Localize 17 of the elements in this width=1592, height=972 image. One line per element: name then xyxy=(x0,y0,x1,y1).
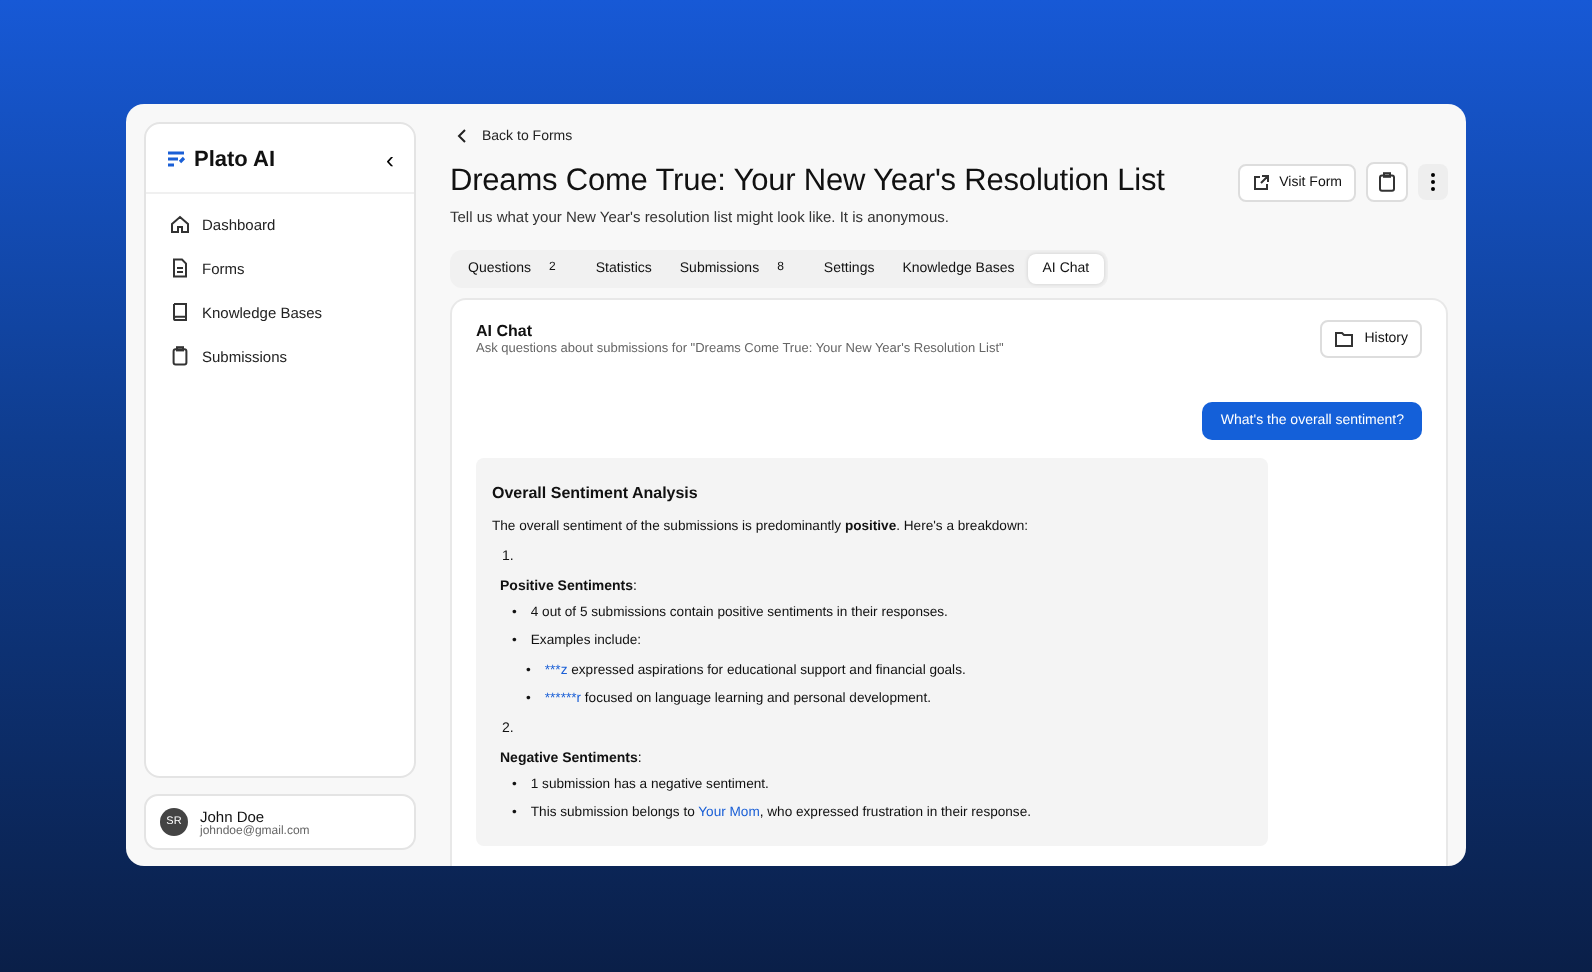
logo-icon xyxy=(166,150,186,170)
form-title: Dreams Come True: Your New Year's Resolution List xyxy=(450,164,1165,200)
home-icon xyxy=(170,214,190,234)
clipboard-icon xyxy=(1378,172,1396,192)
document-icon xyxy=(170,258,190,278)
more-button[interactable] xyxy=(1418,164,1448,200)
clipboard-icon xyxy=(170,346,190,366)
copy-button[interactable] xyxy=(1366,162,1408,202)
more-vertical-icon xyxy=(1430,172,1436,192)
answer-heading: Overall Sentiment Analysis xyxy=(492,484,700,502)
chevron-left-icon xyxy=(456,128,468,144)
chat-title: AI Chat xyxy=(476,322,534,340)
external-link-icon xyxy=(1251,173,1270,191)
folder-icon xyxy=(1334,330,1355,348)
collapse-button[interactable]: ‹ xyxy=(386,148,394,172)
book-icon xyxy=(170,302,190,322)
brand-name: Plato AI xyxy=(194,148,278,172)
